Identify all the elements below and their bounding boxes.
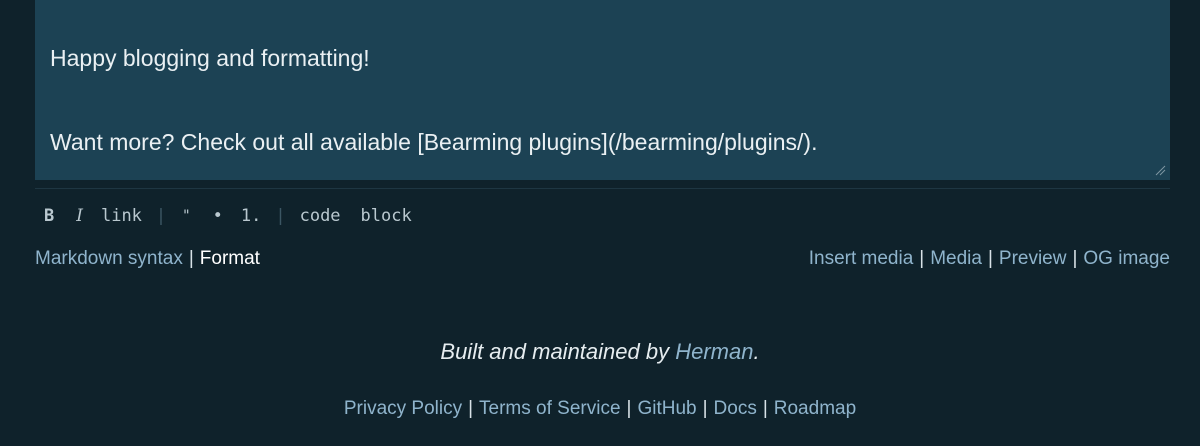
- ordered-list-button[interactable]: 1.: [241, 206, 261, 226]
- og-image-link[interactable]: OG image: [1083, 248, 1170, 269]
- format-link[interactable]: Format: [200, 248, 260, 269]
- page: Happy blogging and formatting! Want more…: [0, 0, 1200, 446]
- terms-of-service-link[interactable]: Terms of Service: [479, 398, 620, 419]
- link-button[interactable]: link: [101, 206, 142, 226]
- footer-separator: |: [762, 398, 768, 419]
- italic-button[interactable]: I: [76, 206, 83, 226]
- resize-handle-icon[interactable]: [1154, 164, 1166, 176]
- editor-line-2: Want more? Check out all available [Bear…: [50, 129, 818, 155]
- credit-prefix: Built and maintained by: [440, 339, 670, 364]
- post-body-textarea[interactable]: Happy blogging and formatting! Want more…: [35, 0, 1170, 180]
- footer-separator: |: [702, 398, 708, 419]
- editor-help-links: Markdown syntax | Format: [35, 248, 260, 270]
- bullet-list-button[interactable]: •: [213, 206, 223, 226]
- author-link[interactable]: Herman: [675, 339, 753, 364]
- media-link[interactable]: Media: [930, 248, 982, 269]
- code-button[interactable]: code: [300, 206, 341, 226]
- editor-line-1: Happy blogging and formatting!: [50, 45, 370, 71]
- code-block-button[interactable]: block: [361, 206, 412, 226]
- footer-links: Privacy Policy | Terms of Service | GitHub | D…: [0, 398, 1200, 420]
- footer-separator: |: [626, 398, 632, 419]
- editor-action-links: Insert media | Media | Preview | OG image: [809, 248, 1170, 270]
- roadmap-link[interactable]: Roadmap: [774, 398, 856, 419]
- preview-link[interactable]: Preview: [999, 248, 1067, 269]
- privacy-policy-link[interactable]: Privacy Policy: [344, 398, 462, 419]
- link-separator: |: [919, 248, 925, 269]
- toolbar-separator: |: [275, 206, 286, 226]
- footer-separator: |: [468, 398, 474, 419]
- divider: [35, 188, 1170, 189]
- markdown-syntax-link[interactable]: Markdown syntax: [35, 248, 183, 269]
- link-separator: |: [1072, 248, 1078, 269]
- bold-button[interactable]: B: [44, 206, 54, 226]
- insert-media-link[interactable]: Insert media: [809, 248, 914, 269]
- link-separator: |: [188, 248, 194, 269]
- credit-line: Built and maintained by Herman.: [0, 339, 1200, 365]
- github-link[interactable]: GitHub: [637, 398, 696, 419]
- credit-suffix: .: [753, 339, 760, 364]
- quote-button[interactable]: ": [182, 208, 190, 224]
- format-toolbar: B I link | " • 1. | code block: [35, 204, 412, 228]
- toolbar-separator: |: [155, 206, 167, 226]
- docs-link[interactable]: Docs: [714, 398, 757, 419]
- link-separator: |: [987, 248, 993, 269]
